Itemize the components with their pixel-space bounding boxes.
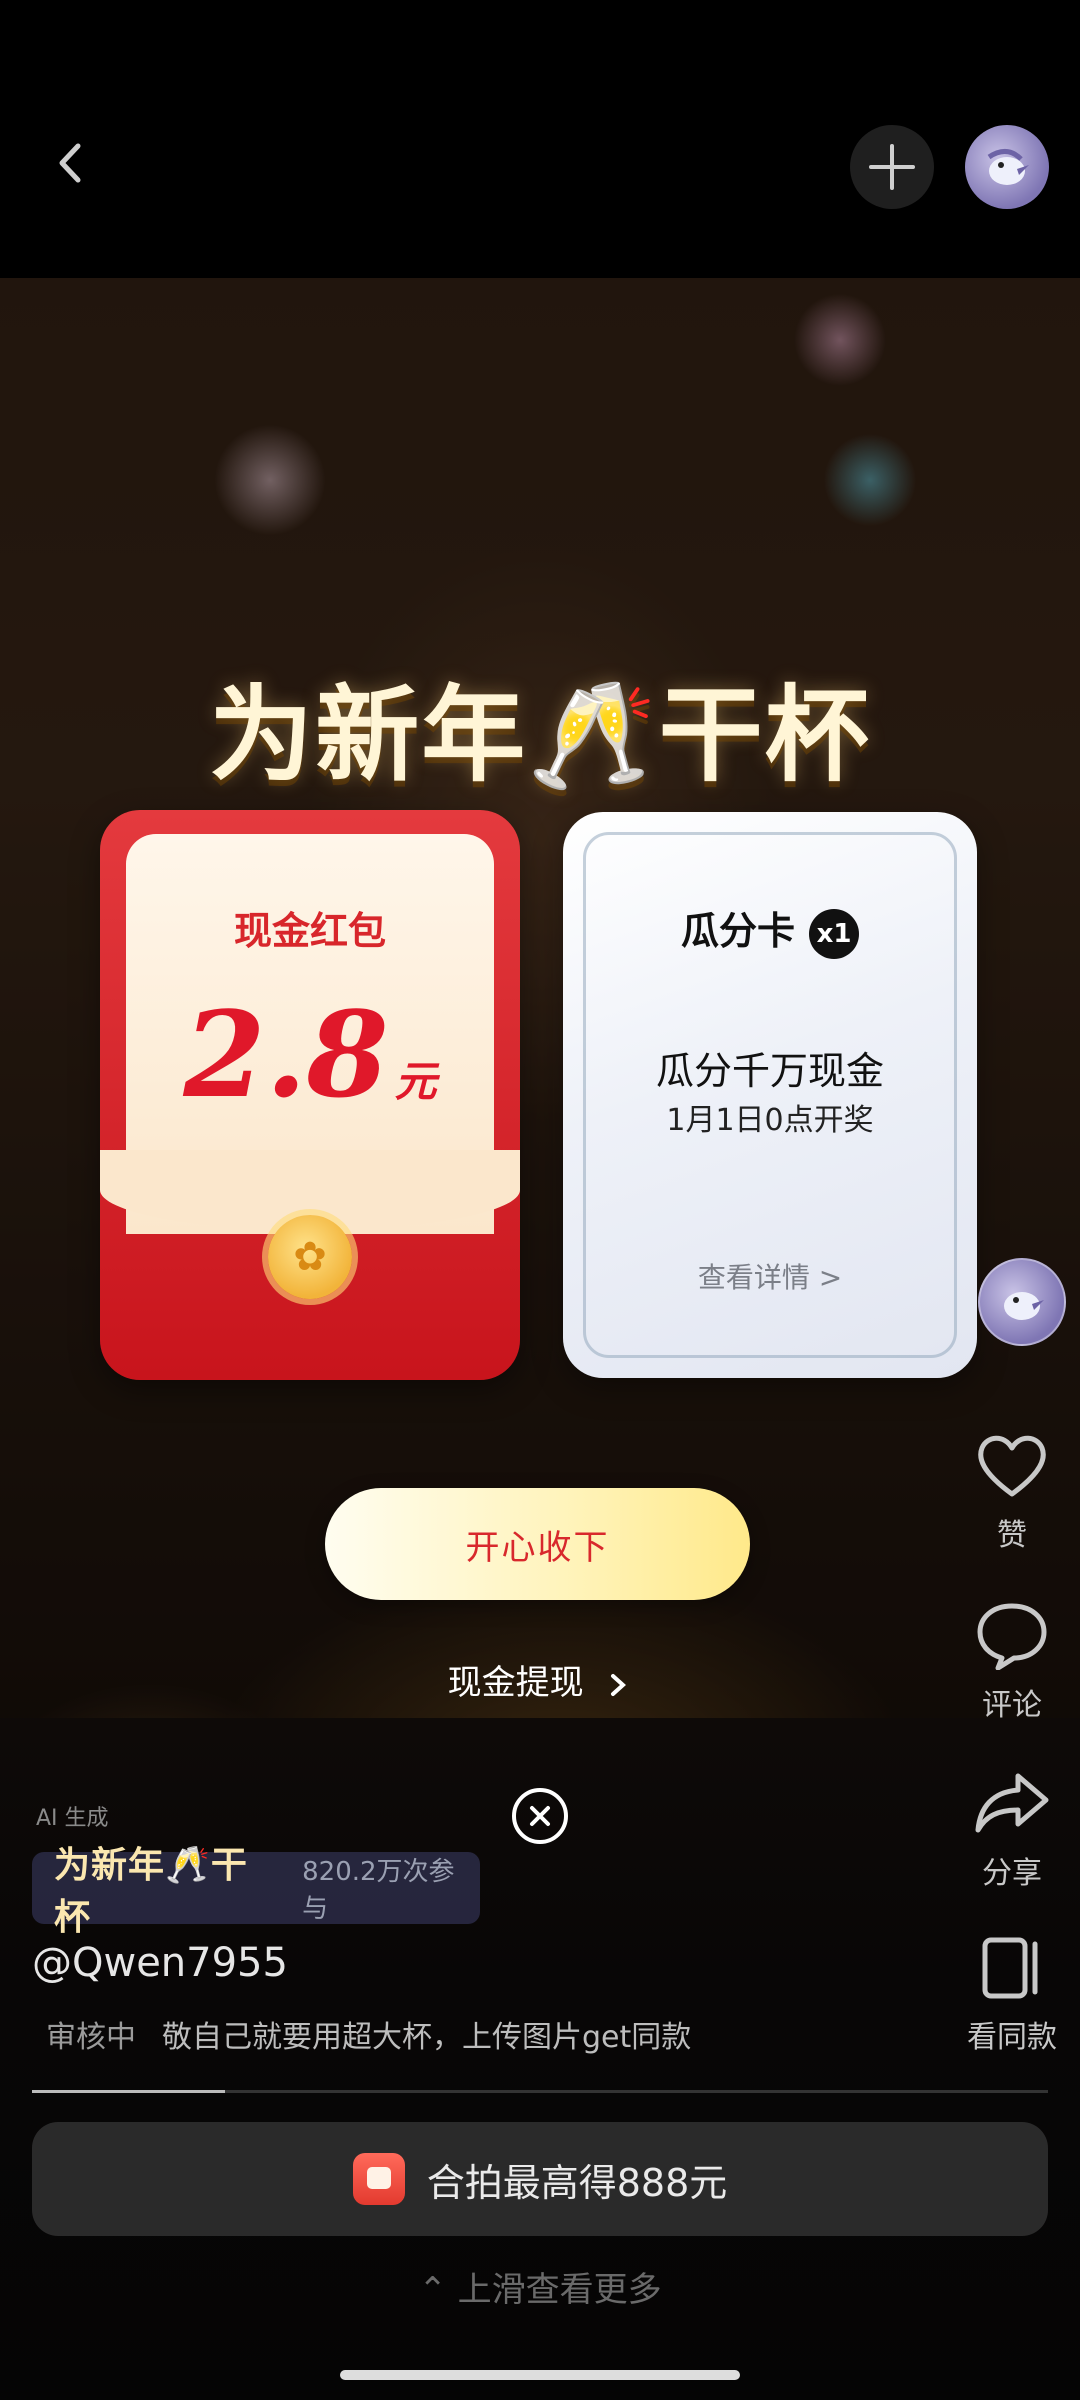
profile-avatar[interactable] bbox=[965, 125, 1049, 209]
prize-card-title: 瓜分卡 x1 bbox=[563, 900, 977, 959]
swipe-up-hint: ⌃ 上滑查看更多 bbox=[418, 2270, 662, 2310]
campaign-title: 为新年🥂干杯 bbox=[54, 1845, 248, 1938]
prize-card-sub-text: 1月1日0点开奖 bbox=[666, 1103, 874, 1138]
create-button[interactable] bbox=[850, 125, 934, 209]
comment-icon bbox=[977, 1603, 1047, 1670]
amount-unit: 元 bbox=[394, 1057, 437, 1106]
red-packet-amount: 2.8 元 bbox=[126, 985, 494, 1124]
view-same-button[interactable]: 看同款 bbox=[952, 1932, 1072, 2056]
post-caption: 敬自己就要用超大杯，上传图片get同款 bbox=[162, 2020, 692, 2055]
ai-generated-tag: AI 生成 bbox=[36, 1806, 109, 1831]
back-button[interactable] bbox=[50, 140, 96, 186]
view-same-label: 看同款 bbox=[967, 2020, 1057, 2055]
author-avatar[interactable] bbox=[978, 1258, 1066, 1346]
author-username[interactable]: @Qwen7955 bbox=[32, 1940, 288, 1986]
share-button[interactable]: 分享 bbox=[952, 1768, 1072, 1892]
prize-card-name: 瓜分卡 bbox=[680, 909, 795, 953]
caption-row: 审核中 敬自己就要用超大杯，上传图片get同款 bbox=[46, 2012, 691, 2056]
review-status-badge: 审核中 bbox=[46, 2020, 136, 2055]
like-button[interactable]: 赞 bbox=[952, 1430, 1072, 1554]
share-icon bbox=[975, 1773, 1049, 1833]
plus-icon bbox=[869, 144, 915, 190]
heart-icon bbox=[978, 1435, 1046, 1497]
like-label: 赞 bbox=[997, 1518, 1027, 1553]
comment-button[interactable]: 评论 bbox=[952, 1600, 1072, 1724]
red-packet-seal-icon: ✿ bbox=[268, 1215, 352, 1299]
chevron-right-icon bbox=[611, 1673, 627, 1696]
video-progress-fill bbox=[32, 2090, 226, 2093]
bird-avatar-icon bbox=[1004, 1292, 1044, 1320]
back-icon bbox=[59, 143, 81, 183]
collab-cta-label: 合拍最高得888元 bbox=[426, 2160, 728, 2205]
campaign-count: 820.2万次参与 bbox=[302, 1857, 455, 1924]
amount-value: 2.8 bbox=[183, 985, 389, 1124]
collab-icon bbox=[352, 2153, 405, 2205]
withdraw-label: 现金提现 bbox=[447, 1663, 584, 1703]
share-label: 分享 bbox=[982, 1856, 1042, 1891]
view-details-link[interactable]: 查看详情 > bbox=[563, 1256, 977, 1296]
accept-button[interactable]: 开心收下 bbox=[325, 1488, 750, 1600]
comment-label: 评论 bbox=[982, 1688, 1042, 1723]
close-button[interactable] bbox=[512, 1788, 568, 1844]
prize-card-count-badge: x1 bbox=[809, 908, 859, 959]
withdraw-link[interactable]: 现金提现 bbox=[0, 1655, 1080, 1704]
template-icon bbox=[982, 1937, 1038, 1999]
bird-avatar-icon bbox=[987, 149, 1029, 185]
close-circle-icon bbox=[530, 1806, 550, 1826]
home-indicator[interactable] bbox=[340, 2370, 740, 2380]
collab-cta-button[interactable]: 合拍最高得888元 bbox=[32, 2122, 1048, 2236]
prize-card-main-text: 瓜分千万现金 bbox=[655, 1049, 884, 1093]
red-packet-title: 现金红包 bbox=[233, 909, 386, 953]
campaign-chip[interactable]: 为新年🥂干杯 820.2万次参与 bbox=[32, 1845, 480, 1938]
promo-headline: 为新年🥂干杯 bbox=[209, 674, 871, 796]
